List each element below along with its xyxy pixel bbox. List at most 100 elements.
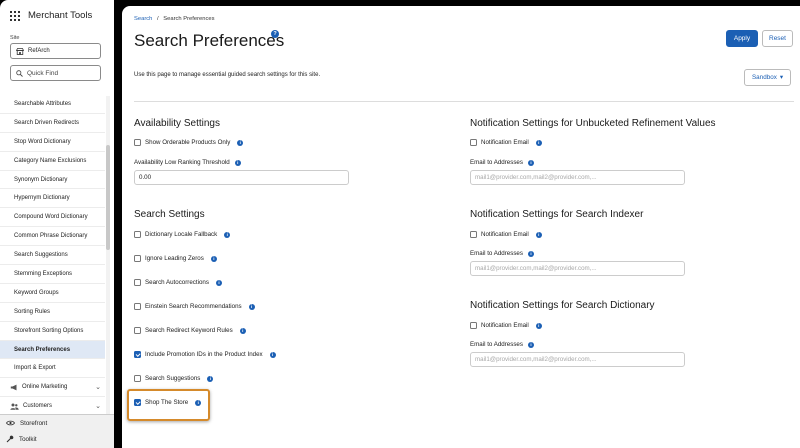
app-launcher-icon[interactable] xyxy=(10,10,20,21)
info-icon[interactable]: i xyxy=(239,327,246,334)
email-addresses-input[interactable] xyxy=(470,352,685,367)
toolkit-link[interactable]: Toolkit xyxy=(0,431,114,447)
notification-email-row: Notification Email i xyxy=(470,139,542,146)
sidebar-item-hypernym-dictionary[interactable]: Hypernym Dictionary xyxy=(0,189,105,209)
notification-email-label: Notification Email xyxy=(481,322,529,329)
option-label: Search Autocorrections xyxy=(145,279,209,286)
megaphone-icon xyxy=(10,384,17,391)
main-panel: Search / Search Preferences Search Prefe… xyxy=(122,6,800,448)
sidebar-footer: Storefront Toolkit xyxy=(0,414,114,448)
info-icon[interactable]: i xyxy=(535,231,542,238)
einstein-search-recommendations-checkbox[interactable] xyxy=(134,303,141,310)
availability-settings-title: Availability Settings xyxy=(134,118,220,129)
email-addresses-label: Email to Addresses xyxy=(470,159,523,166)
sidebar-item-label: Synonym Dictionary xyxy=(14,176,68,183)
info-icon[interactable]: i xyxy=(527,159,534,166)
option-row: Ignore Leading Zeros i xyxy=(134,255,217,262)
notification-indexer-title: Notification Settings for Search Indexer xyxy=(470,209,644,220)
show-orderable-products-label: Show Orderable Products Only xyxy=(145,139,231,146)
sidebar-item-label: Compound Word Dictionary xyxy=(14,214,88,221)
sidebar-nav: Searchable Attributes Search Driven Redi… xyxy=(0,95,105,417)
sidebar-scrollbar-thumb[interactable] xyxy=(106,145,110,250)
info-icon[interactable]: i xyxy=(207,375,214,382)
option-row: Search Autocorrections i xyxy=(134,279,222,286)
info-icon[interactable]: i xyxy=(248,303,255,310)
sidebar-group-label: Customers xyxy=(23,403,53,410)
sidebar-item-compound-word-dictionary[interactable]: Compound Word Dictionary xyxy=(0,208,105,228)
email-addresses-input[interactable] xyxy=(470,261,685,276)
help-icon[interactable]: ? xyxy=(271,30,279,38)
info-icon[interactable]: i xyxy=(527,341,534,348)
notification-email-label: Notification Email xyxy=(481,139,529,146)
page-title: Search Preferences xyxy=(134,31,285,50)
sidebar-item-label: Sorting Rules xyxy=(14,308,51,315)
sidebar-item-keyword-groups[interactable]: Keyword Groups xyxy=(0,284,105,303)
site-select[interactable]: RefArch xyxy=(10,43,101,59)
info-icon[interactable]: i xyxy=(234,159,241,166)
sidebar-item-import-export[interactable]: Import & Export xyxy=(0,359,105,379)
threshold-input[interactable] xyxy=(134,170,349,185)
threshold-label: Availability Low Ranking Threshold xyxy=(134,159,230,166)
reset-button[interactable]: Reset xyxy=(762,30,793,47)
option-row: Include Promotion IDs in the Product Ind… xyxy=(134,351,276,358)
ignore-leading-zeros-checkbox[interactable] xyxy=(134,255,141,262)
info-icon[interactable]: i xyxy=(237,139,244,146)
info-icon[interactable]: i xyxy=(527,250,534,257)
sidebar-item-search-driven-redirects[interactable]: Search Driven Redirects xyxy=(0,114,105,133)
sandbox-dropdown[interactable]: Sandbox ▾ xyxy=(744,69,791,86)
sidebar-item-stemming-exceptions[interactable]: Stemming Exceptions xyxy=(0,265,105,284)
email-addresses-input[interactable] xyxy=(470,170,685,185)
notification-email-checkbox[interactable] xyxy=(470,231,477,238)
store-icon xyxy=(16,47,24,55)
sidebar-item-common-phrase-dictionary[interactable]: Common Phrase Dictionary xyxy=(0,227,105,247)
breadcrumb-current: Search Preferences xyxy=(163,16,215,22)
sidebar-item-category-name-exclusions[interactable]: Category Name Exclusions xyxy=(0,152,105,171)
show-orderable-products-checkbox[interactable] xyxy=(134,139,141,146)
info-icon[interactable]: i xyxy=(535,139,542,146)
storefront-link[interactable]: Storefront xyxy=(0,415,114,431)
notification-email-row: Notification Email i xyxy=(470,322,542,329)
apply-button[interactable]: Apply xyxy=(726,30,758,47)
sidebar-item-label: Common Phrase Dictionary xyxy=(14,233,88,240)
info-icon[interactable]: i xyxy=(210,255,217,262)
storefront-label: Storefront xyxy=(20,419,48,427)
search-suggestions-checkbox[interactable] xyxy=(134,375,141,382)
option-label: Search Suggestions xyxy=(145,375,201,382)
info-icon[interactable]: i xyxy=(224,231,231,238)
app-brand: Merchant Tools xyxy=(10,10,92,21)
info-icon[interactable]: i xyxy=(269,351,276,358)
sidebar-item-search-suggestions[interactable]: Search Suggestions xyxy=(0,246,105,266)
notification-email-checkbox[interactable] xyxy=(470,322,477,329)
breadcrumb-search-link[interactable]: Search xyxy=(134,16,152,22)
sidebar-item-search-preferences[interactable]: Search Preferences xyxy=(0,340,105,360)
notification-email-row: Notification Email i xyxy=(470,231,542,238)
dictionary-locale-fallback-checkbox[interactable] xyxy=(134,231,141,238)
header-divider xyxy=(134,101,794,102)
sidebar-item-stop-word-dictionary[interactable]: Stop Word Dictionary xyxy=(0,133,105,152)
search-settings-title: Search Settings xyxy=(134,209,205,220)
sidebar-item-label: Stemming Exceptions xyxy=(14,270,73,277)
sidebar-item-synonym-dictionary[interactable]: Synonym Dictionary xyxy=(0,171,105,190)
info-icon[interactable]: i xyxy=(215,279,222,286)
sidebar-item-sorting-rules[interactable]: Sorting Rules xyxy=(0,303,105,322)
email-addresses-label-row: Email to Addresses i xyxy=(470,250,534,257)
quick-find-input[interactable]: Quick Find xyxy=(10,65,101,81)
sidebar-item-storefront-sorting-options[interactable]: Storefront Sorting Options xyxy=(0,322,105,341)
sidebar-group-online-marketing[interactable]: Online Marketing ⌄ xyxy=(0,378,105,398)
notification-email-checkbox[interactable] xyxy=(470,139,477,146)
search-autocorrections-checkbox[interactable] xyxy=(134,279,141,286)
sidebar-item-searchable-attributes[interactable]: Searchable Attributes xyxy=(0,95,105,114)
sidebar-item-label: Storefront Sorting Options xyxy=(14,327,84,334)
sidebar-item-label: Search Suggestions xyxy=(14,252,68,259)
email-addresses-label-row: Email to Addresses i xyxy=(470,159,534,166)
info-icon[interactable]: i xyxy=(535,322,542,329)
sidebar-item-label: Search Driven Redirects xyxy=(14,119,80,126)
option-label: Einstein Search Recommendations xyxy=(145,303,242,310)
include-promotion-ids-checkbox[interactable] xyxy=(134,351,141,358)
sidebar-item-label: Search Preferences xyxy=(14,346,71,353)
search-redirect-keyword-rules-checkbox[interactable] xyxy=(134,327,141,334)
option-label: Ignore Leading Zeros xyxy=(145,255,204,262)
sidebar-scrollbar[interactable] xyxy=(106,96,110,414)
notification-unbucketed-title: Notification Settings for Unbucketed Ref… xyxy=(470,118,716,129)
sidebar-item-label: Category Name Exclusions xyxy=(14,157,87,164)
